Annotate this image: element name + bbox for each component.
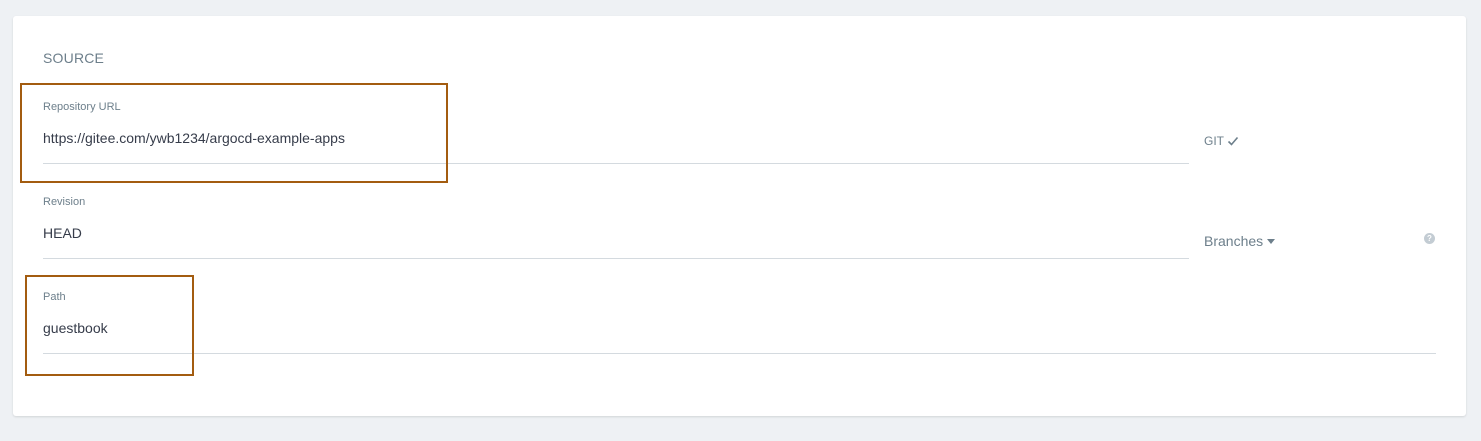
revision-underline	[43, 258, 1189, 259]
revision-input[interactable]	[43, 224, 1183, 242]
branches-dropdown[interactable]: Branches	[1204, 233, 1276, 249]
help-icon[interactable]: ?	[1424, 233, 1435, 244]
path-input[interactable]	[43, 319, 1423, 337]
revision-label: Revision	[43, 196, 86, 208]
repository-url-underline	[43, 163, 1189, 164]
path-label: Path	[43, 291, 66, 303]
source-card	[13, 16, 1466, 416]
section-title: SOURCE	[43, 50, 105, 66]
branches-label: Branches	[1204, 233, 1264, 249]
repository-url-label: Repository URL	[43, 101, 121, 113]
check-icon	[1227, 136, 1239, 146]
repo-type-label: GIT	[1204, 134, 1224, 148]
repository-url-input[interactable]	[43, 129, 1183, 147]
path-underline	[43, 353, 1436, 354]
caret-down-icon	[1267, 239, 1276, 244]
repo-type-badge[interactable]: GIT	[1204, 134, 1239, 148]
